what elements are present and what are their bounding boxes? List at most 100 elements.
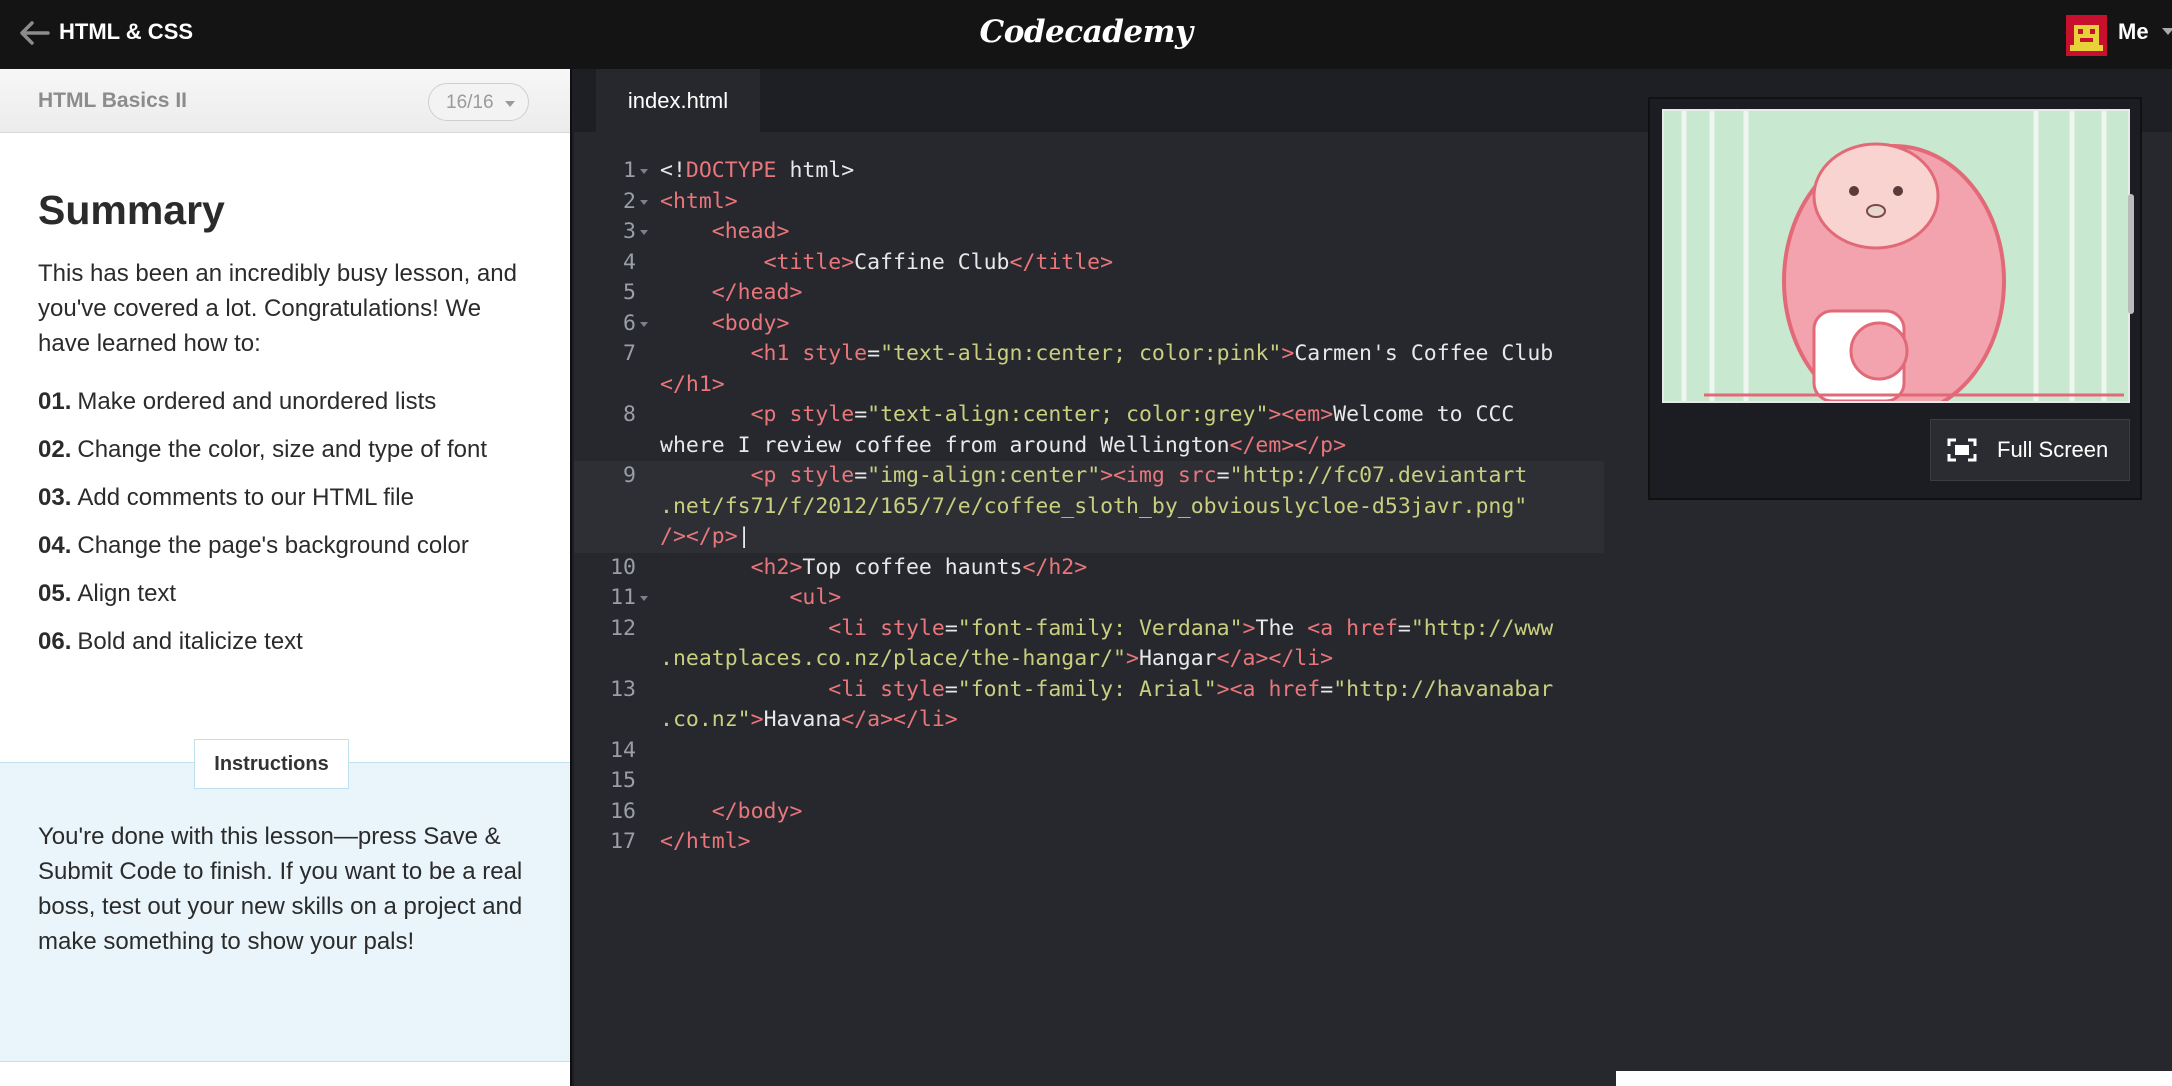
top-bar: HTML & CSS Codecademy Me	[0, 0, 2172, 69]
step-text: Bold and italicize text	[77, 628, 303, 655]
code-line[interactable]: 6 <body>	[574, 309, 1604, 340]
step-number: 01.	[38, 388, 72, 415]
progress-dropdown[interactable]: 16/16	[428, 83, 529, 121]
line-number: 7	[623, 341, 636, 366]
fold-arrow-icon[interactable]	[640, 230, 648, 235]
line-number: 9	[623, 463, 636, 488]
step-number: 05.	[38, 580, 72, 607]
line-number: 1	[623, 158, 636, 183]
list-item: 04. Change the page's background color	[38, 529, 538, 563]
list-item: 03. Add comments to our HTML file	[38, 481, 538, 515]
preview-scrollbar[interactable]	[2128, 194, 2134, 314]
step-text: Align text	[77, 580, 177, 607]
lesson-intro: This has been an incredibly busy lesson,…	[38, 260, 517, 357]
fold-arrow-icon[interactable]	[640, 169, 648, 174]
line-number: 5	[623, 280, 636, 305]
code-text: <!DOCTYPE html>	[660, 158, 855, 183]
tab-index-html[interactable]: index.html	[596, 69, 760, 132]
step-number: 03.	[38, 484, 72, 511]
line-number: 14	[610, 737, 636, 763]
code-text: <ul>	[789, 585, 842, 610]
list-item: 05. Align text	[38, 577, 538, 611]
preview-panel: Full Screen	[1648, 97, 2142, 500]
code-text: <body>	[711, 310, 790, 336]
code-line[interactable]: 8 <p style="text-align:center; color:gre…	[574, 400, 1604, 431]
step-number: 04.	[38, 532, 72, 559]
lesson-title: Summary	[38, 187, 225, 233]
list-item: 02. Change the color, size and type of fo…	[38, 433, 538, 467]
code-line[interactable]: 17 </html>	[574, 827, 1604, 858]
full-screen-label: Full Screen	[1997, 437, 2109, 462]
step-text: Make ordered and unordered lists	[77, 388, 437, 415]
sloth-image	[1664, 111, 2128, 401]
summary-list: 01. Make ordered and unordered lists 02. C…	[38, 385, 538, 659]
code-line[interactable]: 11 <ul>	[574, 583, 1604, 614]
code-line-wrap[interactable]: .net/fs71/f/2012/165/7/e/coffee_sloth_by…	[574, 491, 1604, 522]
code-editor: index.html 1 <!DOCTYPE html> 2 <html> 3 <h…	[574, 69, 2172, 1086]
step-text: Change the page's background color	[77, 532, 469, 559]
code-line[interactable]: 16 </body>	[574, 797, 1604, 828]
fullscreen-icon	[1947, 438, 1977, 462]
code-line[interactable]: 7 <h1 style="text-align:center; color:pi…	[574, 339, 1604, 370]
code-text: where I review coffee from around Wellin…	[660, 432, 1347, 458]
fold-arrow-icon[interactable]	[640, 596, 648, 601]
code-line[interactable]: 2 <html>	[574, 187, 1604, 218]
preview-frame[interactable]	[1662, 109, 2130, 403]
user-avatar[interactable]	[2066, 15, 2107, 56]
lesson-header: HTML Basics II 16/16	[0, 69, 570, 133]
instructions-text: You're done with this lesson—press Save …	[38, 823, 523, 955]
code-line-active[interactable]: 9 <p style="img-align:center"><img src="…	[574, 461, 1604, 492]
logo-text[interactable]: Codecademy	[980, 14, 1193, 50]
code-line[interactable]: 5 </head>	[574, 278, 1604, 309]
code-line[interactable]: 12 <li style="font-family: Verdana">The …	[574, 614, 1604, 645]
code-line[interactable]: 10 <h2>Top coffee haunts</h2>	[574, 553, 1604, 584]
line-number: 6	[623, 310, 636, 336]
code-text: </html>	[660, 829, 751, 854]
code-line-wrap[interactable]: .co.nz">Havana</a></li>	[574, 705, 1604, 736]
code-line[interactable]: 1 <!DOCTYPE html>	[574, 156, 1604, 187]
code-text: <p style="text-align:center; color:grey"…	[750, 402, 1515, 427]
line-number: 8	[623, 402, 636, 427]
code-text: /></p>|	[660, 524, 751, 549]
code-line-wrap[interactable]: .neatplaces.co.nz/place/the-hangar/">Han…	[574, 644, 1604, 675]
course-title[interactable]: HTML & CSS	[59, 19, 193, 45]
code-text: </head>	[711, 280, 803, 305]
codecademy-logo: Codecademy	[0, 14, 2172, 50]
unit-name: HTML Basics II	[38, 89, 187, 112]
code-line-wrap[interactable]: </h1>	[574, 370, 1604, 401]
step-number: 06.	[38, 628, 72, 655]
code-text: </body>	[711, 798, 803, 824]
code-text: </h1>	[660, 371, 725, 397]
code-line[interactable]: 14	[574, 736, 1604, 767]
line-number: 2	[623, 188, 636, 214]
code-line[interactable]: 3 <head>	[574, 217, 1604, 248]
code-area[interactable]: 1 <!DOCTYPE html> 2 <html> 3 <head> 4 <tit…	[574, 156, 1604, 858]
code-line[interactable]: 15	[574, 766, 1604, 797]
line-number: 3	[623, 219, 636, 244]
fold-arrow-icon[interactable]	[640, 321, 648, 327]
list-item: 06. Bold and italicize text	[38, 625, 538, 659]
step-text: Change the color, size and type of font	[77, 436, 487, 463]
code-text: <head>	[711, 219, 790, 244]
step-number: 02.	[38, 436, 72, 463]
instructions-tab[interactable]: Instructions	[194, 739, 349, 789]
code-text: <p style="img-align:center"><img src="ht…	[750, 463, 1528, 488]
line-number: 11	[610, 585, 636, 610]
fold-arrow-icon[interactable]	[640, 199, 648, 205]
code-text: <h2>Top coffee haunts</h2>	[750, 554, 1088, 580]
lesson-content: Summary This has been an incredibly busy…	[38, 187, 538, 673]
user-menu-label[interactable]: Me	[2118, 19, 2149, 45]
line-number: 12	[610, 615, 636, 641]
line-number: 16	[610, 798, 636, 824]
chevron-down-icon[interactable]	[2162, 28, 2172, 35]
code-line[interactable]: 13 <li style="font-family: Arial"><a hre…	[574, 675, 1604, 706]
back-arrow-icon[interactable]	[18, 19, 50, 47]
line-number: 13	[610, 676, 636, 702]
code-line-wrap[interactable]: /></p>|	[574, 522, 1604, 553]
step-text: Add comments to our HTML file	[77, 484, 414, 511]
code-line[interactable]: 4 <title>Caffine Club</title>	[574, 248, 1604, 279]
code-line-wrap[interactable]: where I review coffee from around Wellin…	[574, 431, 1604, 462]
line-number: 4	[623, 249, 636, 275]
full-screen-button[interactable]: Full Screen	[1930, 419, 2130, 481]
code-text: .co.nz">Havana</a></li>	[660, 707, 958, 732]
